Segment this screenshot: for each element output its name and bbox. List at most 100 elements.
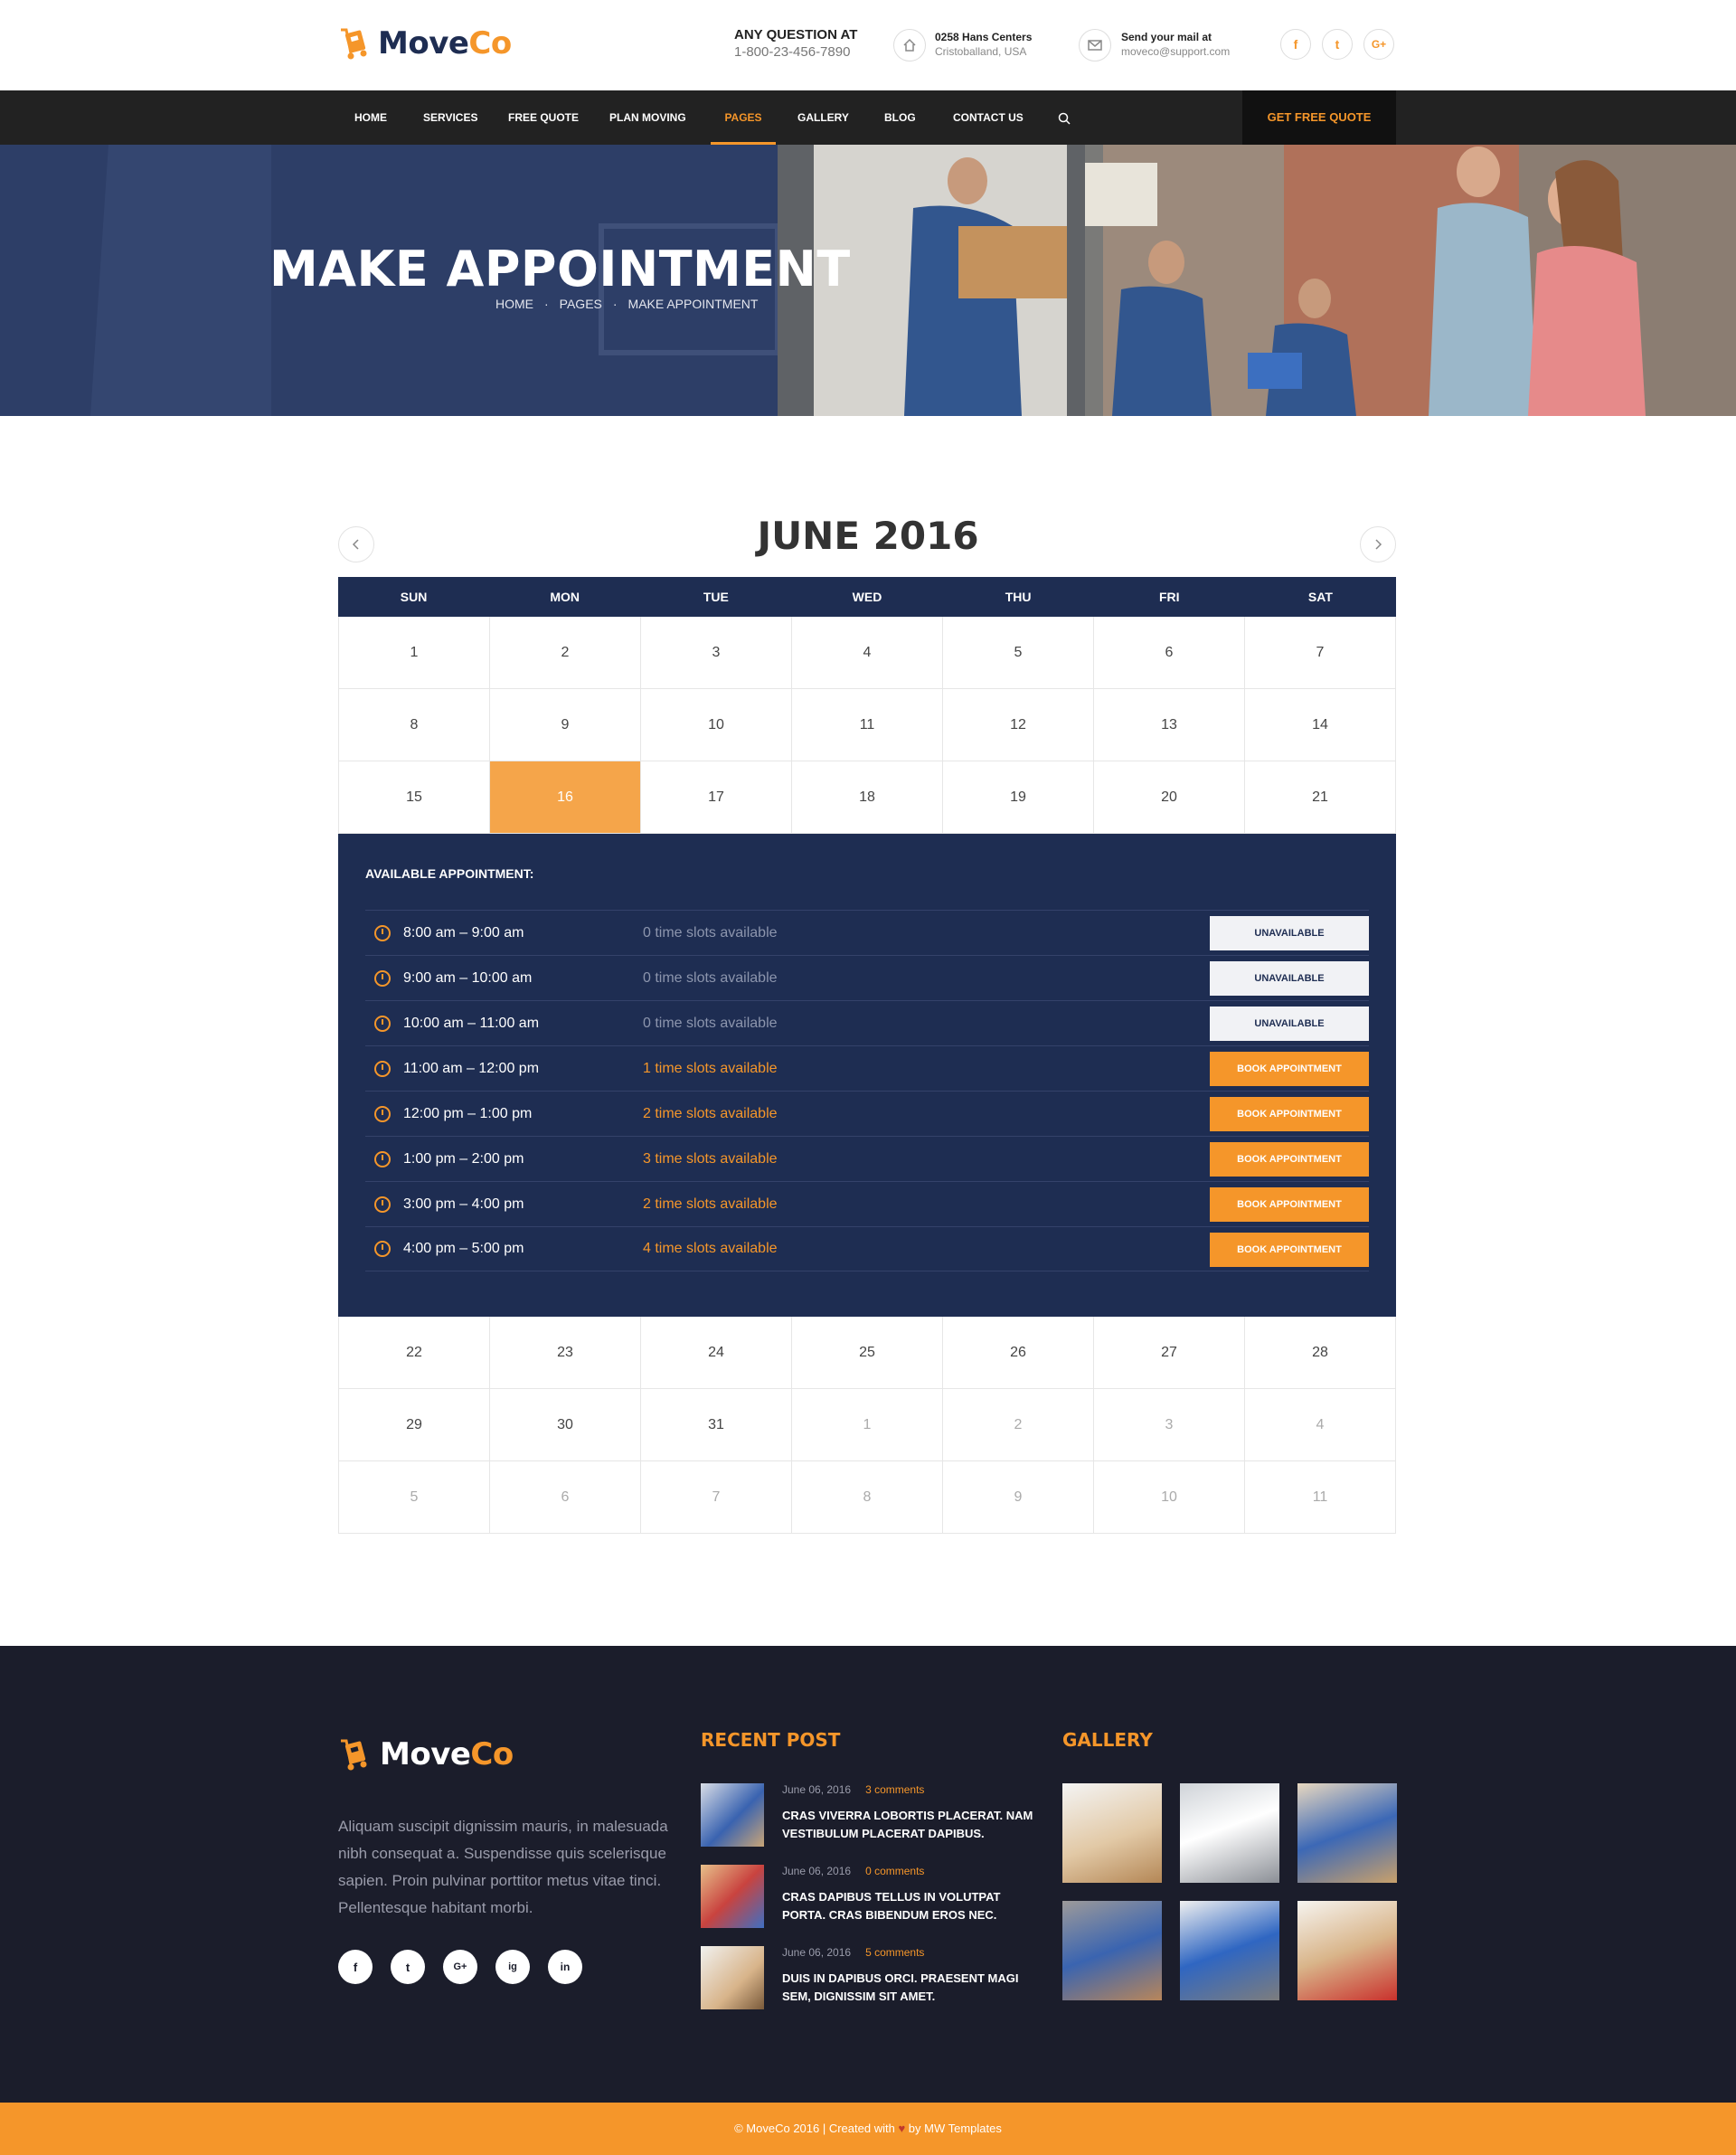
next-month-button[interactable] <box>1360 526 1396 562</box>
book-appointment-button[interactable]: BOOK APPOINTMENT <box>1210 1233 1369 1267</box>
calendar-day-next-month[interactable]: 1 <box>792 1389 943 1461</box>
calendar-day-next-month[interactable]: 11 <box>1245 1461 1396 1534</box>
calendar-day-selected[interactable]: 16 <box>490 761 641 834</box>
weekday-label: WED <box>852 590 882 604</box>
gallery-image[interactable] <box>1297 1783 1397 1883</box>
book-appointment-button[interactable]: BOOK APPOINTMENT <box>1210 1142 1369 1177</box>
get-free-quote-button[interactable]: GET FREE QUOTE <box>1242 90 1396 145</box>
calendar-day-next-month[interactable]: 2 <box>943 1389 1094 1461</box>
calendar-day[interactable]: 24 <box>641 1317 792 1389</box>
calendar-day-next-month[interactable]: 9 <box>943 1461 1094 1534</box>
calendar-day[interactable]: 30 <box>490 1389 641 1461</box>
nav-plan-moving[interactable]: PLAN MOVING <box>609 90 686 145</box>
mail-value[interactable]: moveco@support.com <box>1121 44 1230 59</box>
gallery-image[interactable] <box>1297 1901 1397 2000</box>
google-plus-icon[interactable]: G+ <box>1363 29 1394 60</box>
calendar-day[interactable]: 25 <box>792 1317 943 1389</box>
post-thumbnail[interactable] <box>701 1783 764 1847</box>
calendar-day[interactable]: 19 <box>943 761 1094 834</box>
nav-contact-us[interactable]: CONTACT US <box>953 90 1024 145</box>
nav-services[interactable]: SERVICES <box>423 90 477 145</box>
calendar-day-next-month[interactable]: 7 <box>641 1461 792 1534</box>
nav-blog[interactable]: BLOG <box>884 90 916 145</box>
gallery-image[interactable] <box>1062 1783 1162 1883</box>
phone-title: ANY QUESTION AT <box>734 27 858 43</box>
facebook-icon[interactable]: f <box>338 1950 373 1984</box>
calendar-day[interactable]: 27 <box>1094 1317 1245 1389</box>
slot-time: 1:00 pm – 2:00 pm <box>403 1150 524 1167</box>
post-title[interactable]: CRAS DAPIBUS TELLUS IN VOLUTPAT PORTA. C… <box>782 1888 1044 1924</box>
post-title[interactable]: DUIS IN DAPIBUS ORCI. PRAESENT MAGI SEM,… <box>782 1970 1044 2006</box>
recent-post-item[interactable]: June 06, 2016 0 comments CRAS DAPIBUS TEL… <box>701 1865 1044 1930</box>
post-comments[interactable]: 0 comments <box>865 1865 924 1877</box>
calendar-day[interactable]: 15 <box>338 761 490 834</box>
linkedin-icon[interactable]: in <box>548 1950 582 1984</box>
calendar-day[interactable]: 10 <box>641 689 792 761</box>
post-thumbnail[interactable] <box>701 1946 764 2009</box>
calendar-day[interactable]: 26 <box>943 1317 1094 1389</box>
book-appointment-button[interactable]: BOOK APPOINTMENT <box>1210 1187 1369 1222</box>
gallery-image[interactable] <box>1062 1901 1162 2000</box>
calendar-day-next-month[interactable]: 6 <box>490 1461 641 1534</box>
nav-pages[interactable]: PAGES <box>711 90 776 145</box>
google-plus-icon[interactable]: G+ <box>443 1950 477 1984</box>
nav-free-quote[interactable]: FREE QUOTE <box>508 90 579 145</box>
calendar-day[interactable]: 21 <box>1245 761 1396 834</box>
footer-logo[interactable]: MoveCo <box>338 1736 514 1772</box>
calendar-day[interactable]: 22 <box>338 1317 490 1389</box>
recent-post-item[interactable]: June 06, 2016 3 comments CRAS VIVERRA LOB… <box>701 1783 1044 1848</box>
calendar-day-next-month[interactable]: 10 <box>1094 1461 1245 1534</box>
twitter-icon[interactable]: t <box>1322 29 1353 60</box>
copyright-credit[interactable]: by MW Templates <box>909 2122 1002 2135</box>
calendar-day[interactable]: 11 <box>792 689 943 761</box>
post-thumbnail[interactable] <box>701 1865 764 1928</box>
nav-home[interactable]: HOME <box>354 90 387 145</box>
book-appointment-button[interactable]: BOOK APPOINTMENT <box>1210 1097 1369 1131</box>
gallery-heading: GALLERY <box>1062 1729 1153 1751</box>
calendar-day[interactable]: 4 <box>792 617 943 689</box>
weekday-label: SUN <box>400 590 428 604</box>
gallery-image[interactable] <box>1180 1901 1279 2000</box>
calendar-day[interactable]: 2 <box>490 617 641 689</box>
calendar-day[interactable]: 18 <box>792 761 943 834</box>
calendar-day[interactable]: 13 <box>1094 689 1245 761</box>
gallery-image[interactable] <box>1180 1783 1279 1883</box>
calendar-day-next-month[interactable]: 3 <box>1094 1389 1245 1461</box>
calendar-day[interactable]: 29 <box>338 1389 490 1461</box>
calendar-day[interactable]: 8 <box>338 689 490 761</box>
calendar-day[interactable]: 28 <box>1245 1317 1396 1389</box>
clock-icon <box>374 1241 391 1257</box>
calendar-day-next-month[interactable]: 4 <box>1245 1389 1396 1461</box>
calendar-day[interactable]: 31 <box>641 1389 792 1461</box>
facebook-icon[interactable]: f <box>1280 29 1311 60</box>
calendar-day[interactable]: 20 <box>1094 761 1245 834</box>
top-header: MoveCo ANY QUESTION AT 1-800-23-456-7890… <box>0 0 1736 90</box>
post-title[interactable]: CRAS VIVERRA LOBORTIS PLACERAT. NAM VEST… <box>782 1807 1044 1843</box>
calendar-day[interactable]: 14 <box>1245 689 1396 761</box>
brand-logo[interactable]: MoveCo <box>338 25 512 61</box>
calendar-day[interactable]: 23 <box>490 1317 641 1389</box>
post-comments[interactable]: 3 comments <box>865 1783 924 1796</box>
slot-time: 11:00 am – 12:00 pm <box>403 1060 540 1076</box>
calendar-day[interactable]: 9 <box>490 689 641 761</box>
breadcrumb-pages[interactable]: PAGES <box>560 297 602 311</box>
breadcrumb-home[interactable]: HOME <box>495 297 533 311</box>
calendar-day[interactable]: 12 <box>943 689 1094 761</box>
calendar-day[interactable]: 7 <box>1245 617 1396 689</box>
calendar-day-next-month[interactable]: 5 <box>338 1461 490 1534</box>
calendar-day[interactable]: 1 <box>338 617 490 689</box>
book-appointment-button[interactable]: BOOK APPOINTMENT <box>1210 1052 1369 1086</box>
calendar-day[interactable]: 3 <box>641 617 792 689</box>
recent-post-item[interactable]: June 06, 2016 5 comments DUIS IN DAPIBUS … <box>701 1946 1044 2011</box>
search-icon[interactable] <box>1058 90 1071 145</box>
calendar-day[interactable]: 6 <box>1094 617 1245 689</box>
nav-gallery[interactable]: GALLERY <box>797 90 849 145</box>
calendar-day[interactable]: 17 <box>641 761 792 834</box>
twitter-icon[interactable]: t <box>391 1950 425 1984</box>
calendar-day[interactable]: 5 <box>943 617 1094 689</box>
calendar-day-next-month[interactable]: 8 <box>792 1461 943 1534</box>
post-comments[interactable]: 5 comments <box>865 1946 924 1959</box>
phone-number[interactable]: 1-800-23-456-7890 <box>734 44 857 60</box>
instagram-icon[interactable]: ig <box>495 1950 530 1984</box>
phone-info: ANY QUESTION AT 1-800-23-456-7890 <box>734 27 857 60</box>
